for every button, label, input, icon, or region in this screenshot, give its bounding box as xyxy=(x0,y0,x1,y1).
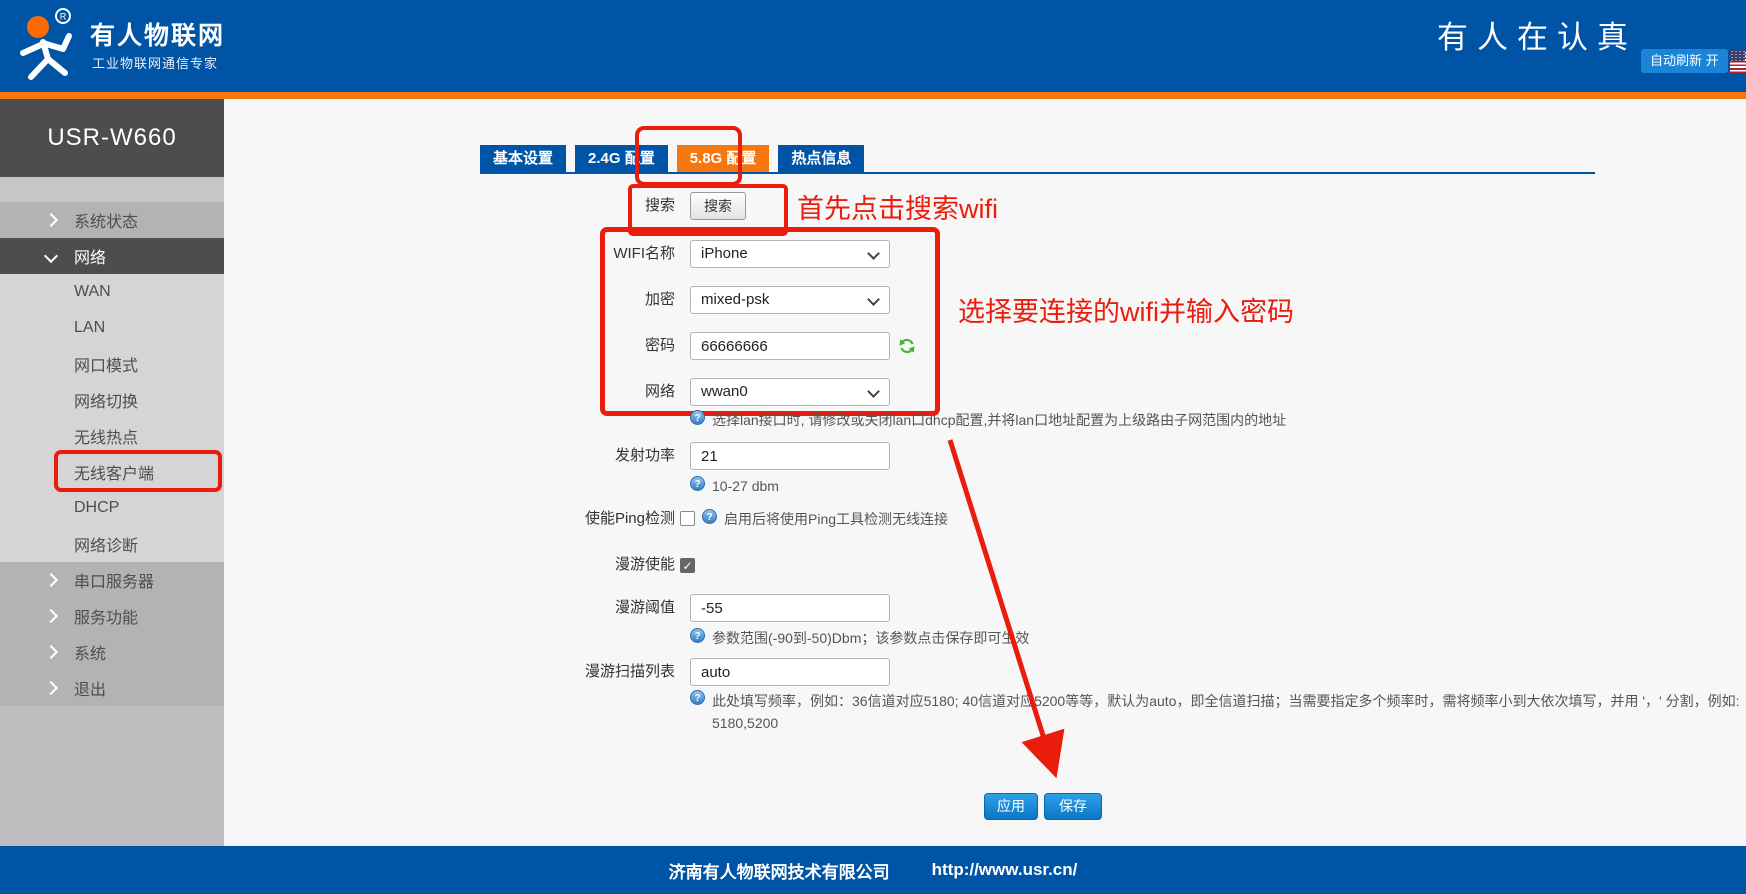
roaming-enable-checkbox[interactable]: ✓ xyxy=(680,558,695,573)
tab-bar: 基本设置 2.4G 配置 5.8G 配置 热点信息 xyxy=(480,145,864,172)
sidebar-gap xyxy=(0,177,224,202)
network-label: 网络 xyxy=(405,378,675,406)
encryption-select[interactable]: mixed-psk xyxy=(690,286,890,314)
ping-check-label: 使能Ping检测 xyxy=(405,505,675,533)
sidebar-item-dhcp[interactable]: DHCP xyxy=(0,490,224,526)
chevron-down-icon xyxy=(44,249,58,263)
footer-url-link[interactable]: http://www.usr.cn/ xyxy=(932,860,1078,880)
encryption-label: 加密 xyxy=(405,286,675,314)
sidebar-item-port-mode[interactable]: 网口模式 xyxy=(0,346,224,382)
chevron-right-icon xyxy=(44,645,58,659)
sidebar-item-system[interactable]: 系统 xyxy=(0,634,224,670)
wifi-name-label: WIFI名称 xyxy=(405,240,675,268)
sidebar-item-network[interactable]: 网络 xyxy=(0,238,224,274)
tx-power-help: ?10-27 dbm xyxy=(690,476,779,496)
tab-basic-settings[interactable]: 基本设置 xyxy=(480,145,566,172)
sidebar-item-serial-server[interactable]: 串口服务器 xyxy=(0,562,224,598)
chevron-right-icon xyxy=(44,681,58,695)
sidebar-item-system-status[interactable]: 系统状态 xyxy=(0,202,224,238)
roaming-threshold-help: ?参数范围(-90到-50)Dbm；该参数点击保存即可生效 xyxy=(690,628,1029,648)
brand-subtitle: 工业物联网通信专家 xyxy=(92,53,218,72)
network-select[interactable]: wwan0 xyxy=(690,378,890,406)
annotation-select-hint: 选择要连接的wifi并输入密码 xyxy=(958,290,1294,329)
language-flag-icon[interactable] xyxy=(1730,50,1746,73)
chevron-right-icon xyxy=(44,609,58,623)
brand-title: 有人物联网 xyxy=(90,16,225,52)
sidebar-item-wireless-client[interactable]: 无线客户端 xyxy=(0,454,224,490)
auto-refresh-toggle[interactable]: 自动刷新 开 xyxy=(1641,49,1728,73)
sidebar-item-lan[interactable]: LAN xyxy=(0,310,224,346)
header-slogan: 有人在认真 xyxy=(1437,12,1637,57)
sidebar-item-logout[interactable]: 退出 xyxy=(0,670,224,706)
roaming-scan-list-label: 漫游扫描列表 xyxy=(405,658,675,686)
page-footer: 济南有人物联网技术有限公司 http://www.usr.cn/ xyxy=(0,846,1746,894)
password-label: 密码 xyxy=(405,332,675,360)
roaming-enable-label: 漫游使能 xyxy=(405,551,675,579)
network-help: ?选择lan接口时, 请修改或关闭lan口dhcp配置,并将lan口地址配置为上… xyxy=(690,410,1286,430)
sidebar-item-network-switch[interactable]: 网络切换 xyxy=(0,382,224,418)
device-name: USR-W660 xyxy=(0,99,224,177)
accent-divider xyxy=(0,92,1746,99)
tab-underline xyxy=(480,172,1595,174)
ping-check-checkbox[interactable] xyxy=(680,511,695,526)
roaming-threshold-field[interactable] xyxy=(690,594,890,622)
apply-button[interactable]: 应用 xyxy=(984,793,1038,820)
help-icon: ? xyxy=(690,690,705,705)
roaming-threshold-label: 漫游阈值 xyxy=(405,594,675,622)
tx-power-label: 发射功率 xyxy=(405,442,675,470)
password-field[interactable] xyxy=(690,332,890,360)
svg-text:R: R xyxy=(60,12,67,22)
search-label: 搜索 xyxy=(405,192,675,220)
chevron-down-icon xyxy=(867,293,880,306)
password-refresh-icon[interactable] xyxy=(898,337,916,355)
chevron-down-icon xyxy=(867,385,880,398)
footer-company: 济南有人物联网技术有限公司 xyxy=(669,858,890,883)
ping-check-help: ?启用后将使用Ping工具检测无线连接 xyxy=(702,509,948,529)
router-config-page: R 有人物联网 工业物联网通信专家 有人在认真 自动刷新 开 USR-W660 … xyxy=(0,0,1746,894)
roaming-scan-list-field[interactable] xyxy=(690,658,890,686)
wifi-name-select[interactable]: iPhone xyxy=(690,240,890,268)
sidebar-item-network-diagnosis[interactable]: 网络诊断 xyxy=(0,526,224,562)
sidebar-item-services[interactable]: 服务功能 xyxy=(0,598,224,634)
help-icon: ? xyxy=(690,410,705,425)
chevron-down-icon xyxy=(867,247,880,260)
chevron-right-icon xyxy=(44,213,58,227)
tab-2-4g-config[interactable]: 2.4G 配置 xyxy=(575,145,668,172)
sidebar-nav: USR-W660 系统状态 网络 WAN LAN 网口模式 网络切换 无线热点 … xyxy=(0,99,224,846)
main-content: 基本设置 2.4G 配置 5.8G 配置 热点信息 搜索 搜索 首先点击搜索wi… xyxy=(224,99,1746,846)
annotation-search-hint: 首先点击搜索wifi xyxy=(797,187,998,226)
chevron-right-icon xyxy=(44,573,58,587)
help-icon: ? xyxy=(690,628,705,643)
save-button[interactable]: 保存 xyxy=(1044,793,1102,820)
usr-logo-icon: R xyxy=(10,6,82,86)
tab-5-8g-config[interactable]: 5.8G 配置 xyxy=(677,145,770,172)
help-icon: ? xyxy=(690,476,705,491)
top-header: R 有人物联网 工业物联网通信专家 有人在认真 自动刷新 开 xyxy=(0,0,1746,92)
roaming-scan-list-help: ?此处填写频率，例如：36信道对应5180; 40信道对应5200等等，默认为a… xyxy=(690,690,1744,734)
tab-hotspot-info[interactable]: 热点信息 xyxy=(778,145,864,172)
sidebar-item-wan[interactable]: WAN xyxy=(0,274,224,310)
sidebar-item-wireless-ap[interactable]: 无线热点 xyxy=(0,418,224,454)
tx-power-field[interactable] xyxy=(690,442,890,470)
help-icon: ? xyxy=(702,509,717,524)
search-wifi-button[interactable]: 搜索 xyxy=(690,192,746,220)
